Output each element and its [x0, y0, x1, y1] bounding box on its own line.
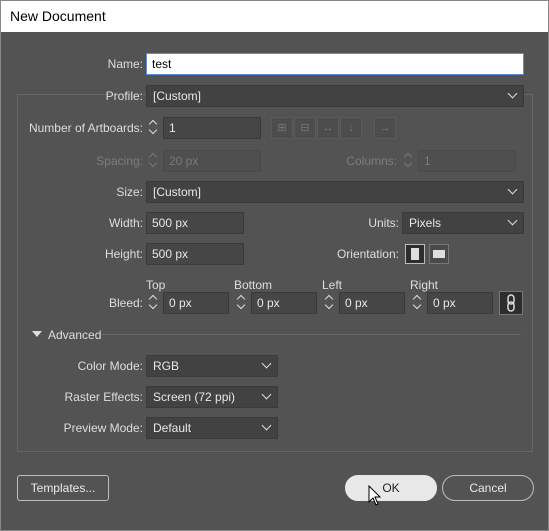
columns-input[interactable]: 1 [418, 150, 516, 172]
preview-mode-dropdown[interactable]: Default [146, 417, 278, 439]
new-document-dialog: New Document Name: test Profile: [Custom… [0, 0, 549, 531]
bleed-right-spinner-icon[interactable] [412, 293, 424, 311]
columns-spinner-icon[interactable] [403, 151, 415, 169]
right-to-left-icon[interactable]: → [374, 117, 396, 139]
bleed-left-input[interactable]: 0 px [339, 292, 405, 314]
bleed-left-value: 0 px [345, 296, 368, 310]
width-label: Width: [108, 216, 143, 230]
color-mode-dropdown[interactable]: RGB [146, 355, 278, 377]
name-label: Name: [107, 57, 143, 71]
height-input[interactable]: 500 px [146, 243, 244, 265]
height-label: Height: [104, 247, 143, 261]
color-mode-label: Color Mode: [77, 359, 143, 373]
size-value: [Custom] [153, 185, 202, 199]
orientation-label: Orientation: [336, 247, 399, 261]
raster-effects-value: Screen (72 ppi) [153, 390, 236, 404]
bleed-left-spinner-icon[interactable] [324, 293, 336, 311]
grid-by-column-icon[interactable]: ⊟ [294, 117, 316, 139]
advanced-toggle[interactable]: Advanced [48, 328, 101, 342]
link-bleed-chain-icon[interactable] [499, 291, 523, 315]
chevron-down-icon [261, 389, 272, 400]
chevron-down-icon [261, 420, 272, 431]
title-bar: New Document [1, 1, 548, 32]
raster-effects-dropdown[interactable]: Screen (72 ppi) [146, 386, 278, 408]
spacing-spinner-icon[interactable] [148, 151, 160, 169]
width-input[interactable]: 500 px [146, 212, 244, 234]
preview-mode-value: Default [153, 421, 192, 435]
bleed-bottom-input[interactable]: 0 px [251, 292, 317, 314]
bleed-right-label: Right [410, 278, 439, 292]
bleed-bottom-label: Bottom [234, 278, 273, 292]
height-value: 500 px [152, 247, 189, 261]
name-input[interactable]: test [146, 53, 524, 75]
bleed-top-spinner-icon[interactable] [148, 293, 160, 311]
raster-effects-label: Raster Effects: [64, 390, 143, 404]
size-label: Size: [116, 185, 143, 199]
grid-by-row-icon[interactable]: ⊞ [271, 117, 293, 139]
bleed-bottom-value: 0 px [257, 296, 280, 310]
ok-button[interactable]: OK [345, 475, 437, 501]
artboards-input[interactable]: 1 [163, 117, 261, 139]
bleed-top-input[interactable]: 0 px [163, 292, 229, 314]
artboards-spinner-icon[interactable] [148, 118, 160, 136]
units-dropdown[interactable]: Pixels [402, 212, 524, 234]
artboards-value: 1 [169, 121, 176, 135]
profile-value: [Custom] [153, 89, 202, 103]
bleed-top-label: Top [146, 278, 166, 292]
landscape-orientation-icon[interactable] [429, 244, 449, 264]
units-label: Units: [368, 216, 399, 230]
chevron-down-icon [507, 184, 518, 195]
arrange-by-column-icon[interactable]: ↓ [340, 117, 362, 139]
preview-mode-label: Preview Mode: [63, 421, 143, 435]
cancel-button[interactable]: Cancel [442, 475, 534, 501]
units-value: Pixels [409, 216, 442, 230]
spacing-label: Spacing: [96, 154, 143, 168]
size-dropdown[interactable]: [Custom] [146, 181, 524, 203]
chevron-down-icon [507, 88, 518, 99]
bleed-right-value: 0 px [433, 296, 456, 310]
mouse-cursor-icon [368, 485, 382, 506]
profile-dropdown[interactable]: [Custom] [146, 85, 524, 107]
columns-value: 1 [424, 154, 431, 168]
bleed-bottom-spinner-icon[interactable] [236, 293, 248, 311]
color-mode-value: RGB [153, 359, 180, 373]
artboards-label: Number of Artboards: [28, 121, 143, 135]
profile-label: Profile: [105, 89, 143, 103]
window-title: New Document [10, 8, 106, 24]
bleed-label: Bleed: [108, 296, 143, 310]
width-value: 500 px [152, 216, 189, 230]
advanced-divider [101, 334, 521, 335]
templates-button[interactable]: Templates... [17, 475, 109, 501]
arrange-by-row-icon[interactable]: ↔ [317, 117, 339, 139]
chevron-down-icon [507, 215, 518, 226]
spacing-input[interactable]: 20 px [163, 150, 261, 172]
spacing-value: 20 px [169, 154, 199, 168]
collapse-triangle-icon[interactable] [32, 331, 42, 337]
chevron-down-icon [261, 358, 272, 369]
columns-label: Columns: [346, 154, 397, 168]
bleed-top-value: 0 px [169, 296, 192, 310]
portrait-orientation-icon[interactable] [405, 244, 425, 264]
bleed-right-input[interactable]: 0 px [427, 292, 493, 314]
bleed-left-label: Left [322, 278, 343, 292]
name-value: test [152, 57, 172, 71]
